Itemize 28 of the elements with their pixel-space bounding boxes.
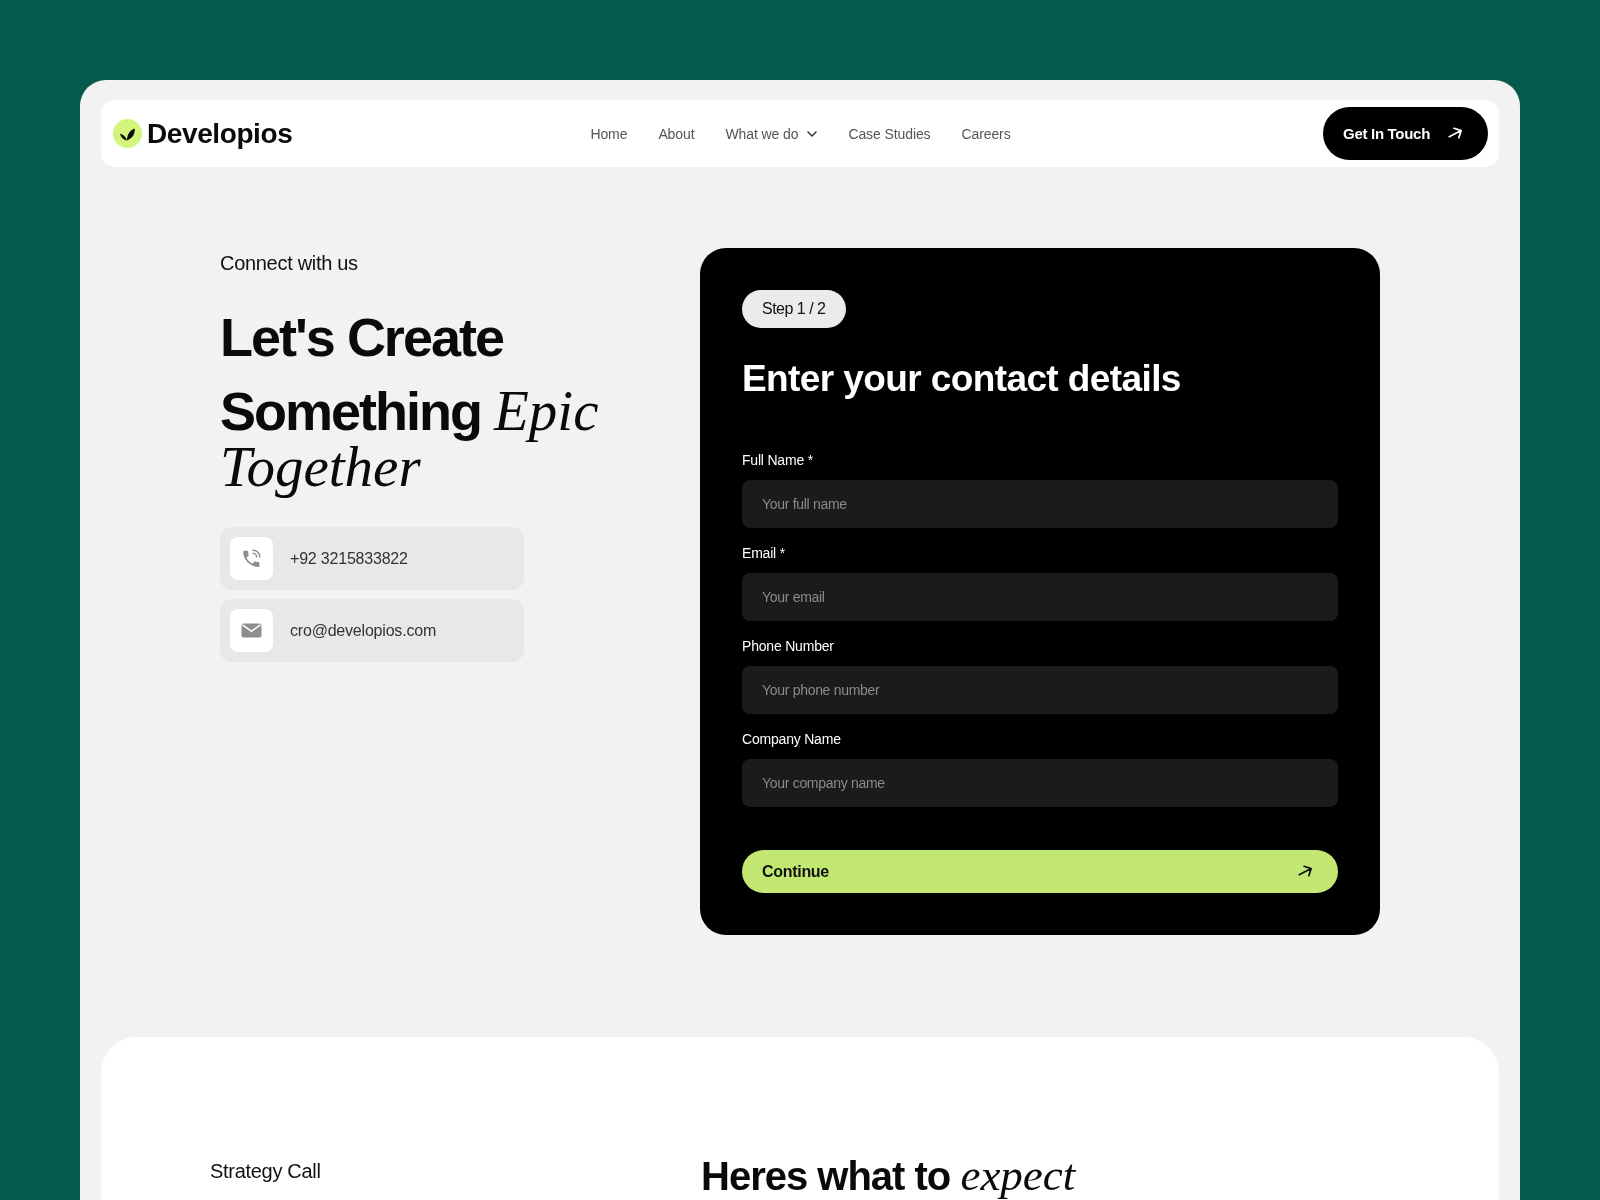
- form-title: Enter your contact details: [742, 357, 1182, 401]
- field-label: Email *: [742, 544, 785, 562]
- mail-icon: [230, 609, 273, 652]
- section-eyebrow: Strategy Call: [210, 1159, 321, 1183]
- nav-link[interactable]: Careers: [961, 125, 1011, 142]
- input-field[interactable]: Your phone number: [742, 666, 1338, 714]
- phone-icon: [230, 537, 273, 580]
- nav-link[interactable]: Case Studies: [848, 125, 931, 142]
- continue-button[interactable]: Continue: [742, 850, 1338, 893]
- input-field[interactable]: Your full name: [742, 480, 1338, 528]
- eyebrow-text: Connect with us: [220, 251, 358, 275]
- section-heading: Heres what to expect: [701, 1153, 1076, 1198]
- brand-name: Developios: [147, 117, 293, 150]
- input-field[interactable]: Your company name: [742, 759, 1338, 807]
- input-field[interactable]: Your email: [742, 573, 1338, 621]
- nav-link[interactable]: Home: [590, 125, 628, 142]
- step-indicator: Step 1 / 2: [742, 290, 846, 328]
- field-label: Phone Number: [742, 637, 834, 655]
- arrow-icon: [1298, 864, 1313, 879]
- email-link[interactable]: cro@developios.com: [290, 621, 437, 640]
- field-label: Full Name *: [742, 451, 813, 469]
- field-label: Company Name: [742, 730, 841, 748]
- sprout-icon: [113, 119, 142, 148]
- nav-link[interactable]: About: [658, 125, 695, 142]
- nav-link[interactable]: What we do: [725, 125, 818, 142]
- phone-link[interactable]: +92 3215833822: [290, 549, 408, 568]
- get-in-touch-button[interactable]: Get In Touch: [1323, 107, 1488, 160]
- arrow-icon: [1448, 126, 1463, 141]
